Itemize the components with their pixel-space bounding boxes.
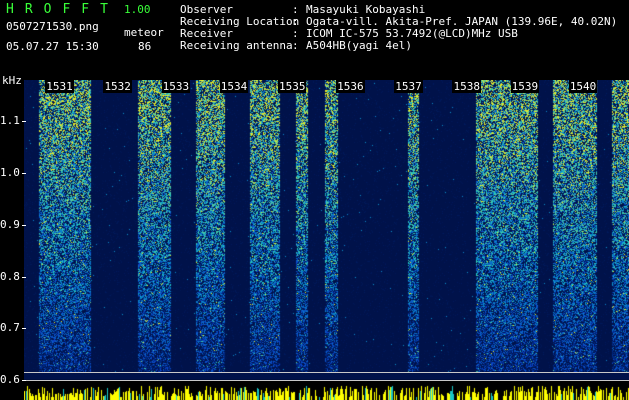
baseline-line bbox=[24, 372, 629, 373]
x-tick-label: 1531 bbox=[45, 80, 74, 93]
meta-sep: : bbox=[292, 39, 299, 52]
y-tick-label: 1.1 bbox=[0, 114, 20, 128]
x-tick-label: 1532 bbox=[103, 80, 132, 93]
x-tick-label: 1539 bbox=[510, 80, 540, 93]
meta-value-antenna: A504HB(yagi 4el) bbox=[306, 39, 412, 52]
y-tick-label: 0.9 bbox=[0, 217, 20, 231]
baseline-line bbox=[24, 380, 629, 381]
x-tick-label: 1534 bbox=[219, 80, 249, 93]
x-tick-label: 1533 bbox=[161, 80, 191, 93]
app-version: 1.00 bbox=[124, 3, 151, 16]
y-tick-label: 1.0 bbox=[0, 166, 20, 180]
count-type: meteor bbox=[124, 26, 164, 39]
y-tick-mark bbox=[22, 224, 26, 226]
meta-key-antenna: Receiving antenna bbox=[180, 39, 293, 52]
y-tick-label: 0.6 bbox=[0, 373, 20, 386]
y-tick-mark bbox=[22, 380, 26, 381]
y-tick-label: 0.7 bbox=[0, 321, 20, 335]
x-tick-label: 1535 bbox=[277, 80, 307, 93]
app-title: HROFFT bbox=[6, 2, 119, 17]
y-tick-mark bbox=[22, 173, 26, 175]
header-panel: HROFFT 1.00 0507271530.png 05.07.27 15:3… bbox=[0, 0, 629, 87]
x-tick-label: 1536 bbox=[336, 80, 365, 93]
x-tick-label: 1537 bbox=[394, 80, 423, 93]
x-tick-label: 1540 bbox=[568, 80, 598, 93]
file-datetime: 05.07.27 15:30 bbox=[6, 40, 99, 53]
file-name: 0507271530.png bbox=[6, 20, 99, 33]
y-tick-mark bbox=[22, 276, 26, 278]
count-value: 86 bbox=[138, 40, 152, 53]
y-tick-mark bbox=[22, 121, 26, 123]
spectrogram-canvas bbox=[24, 80, 629, 400]
y-tick-mark bbox=[22, 328, 26, 330]
y-axis-label: kHz bbox=[2, 74, 22, 87]
x-tick-label: 1538 bbox=[452, 80, 481, 93]
y-tick-label: 0.8 bbox=[0, 269, 20, 283]
